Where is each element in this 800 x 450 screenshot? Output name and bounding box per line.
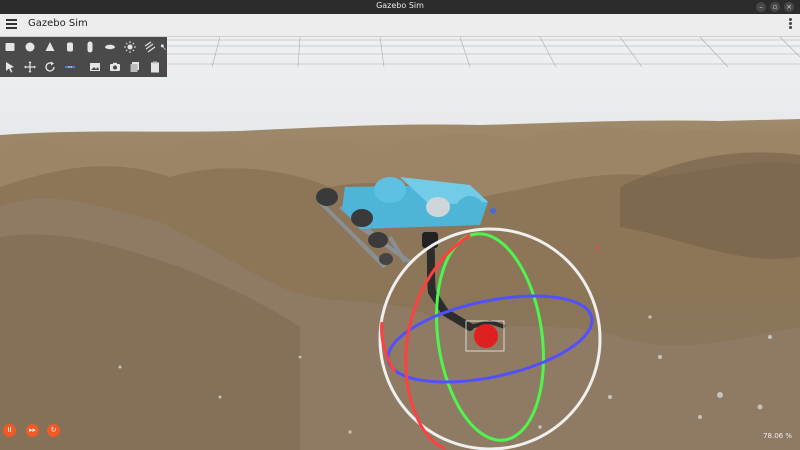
app-bar: Gazebo Sim [0, 14, 800, 37]
app-title: Gazebo Sim [28, 18, 88, 29]
target-sphere[interactable] [474, 324, 498, 348]
copy-icon[interactable] [125, 57, 145, 77]
screenshot-icon[interactable] [85, 57, 105, 77]
cone-icon[interactable] [40, 37, 60, 57]
hamburger-menu-icon[interactable] [6, 19, 17, 30]
minimize-icon[interactable]: – [756, 2, 766, 12]
step-button[interactable]: ▸▸ [26, 424, 39, 437]
real-time-factor: 78.06 % [763, 432, 792, 440]
sphere-icon[interactable] [20, 37, 40, 57]
window-title: Gazebo Sim [376, 1, 424, 10]
cylinder-icon[interactable] [60, 37, 80, 57]
maximize-icon[interactable]: ▫ [770, 2, 780, 12]
more-options-icon[interactable] [789, 18, 792, 30]
close-icon[interactable]: × [784, 2, 794, 12]
rotate-icon[interactable] [40, 57, 60, 77]
window-titlebar: Gazebo Sim – ▫ × [0, 0, 800, 14]
capsule-icon[interactable] [80, 37, 100, 57]
shapes-toolbar [0, 37, 167, 77]
scene-3d-viewport[interactable] [0, 37, 800, 450]
ellipsoid-icon[interactable] [100, 37, 120, 57]
camera-icon[interactable] [105, 57, 125, 77]
sun-light-icon[interactable] [120, 37, 140, 57]
select-icon[interactable] [0, 57, 20, 77]
translate-icon[interactable] [20, 57, 40, 77]
scene-render[interactable] [0, 37, 800, 450]
reset-button[interactable]: ↻ [47, 424, 60, 437]
paste-icon[interactable] [145, 57, 165, 77]
play-pause-button[interactable]: II [3, 424, 16, 437]
transform-link-icon[interactable] [60, 57, 80, 77]
directional-light-icon[interactable] [140, 37, 160, 57]
box-icon[interactable] [0, 37, 20, 57]
spot-light-icon[interactable] [160, 37, 167, 57]
